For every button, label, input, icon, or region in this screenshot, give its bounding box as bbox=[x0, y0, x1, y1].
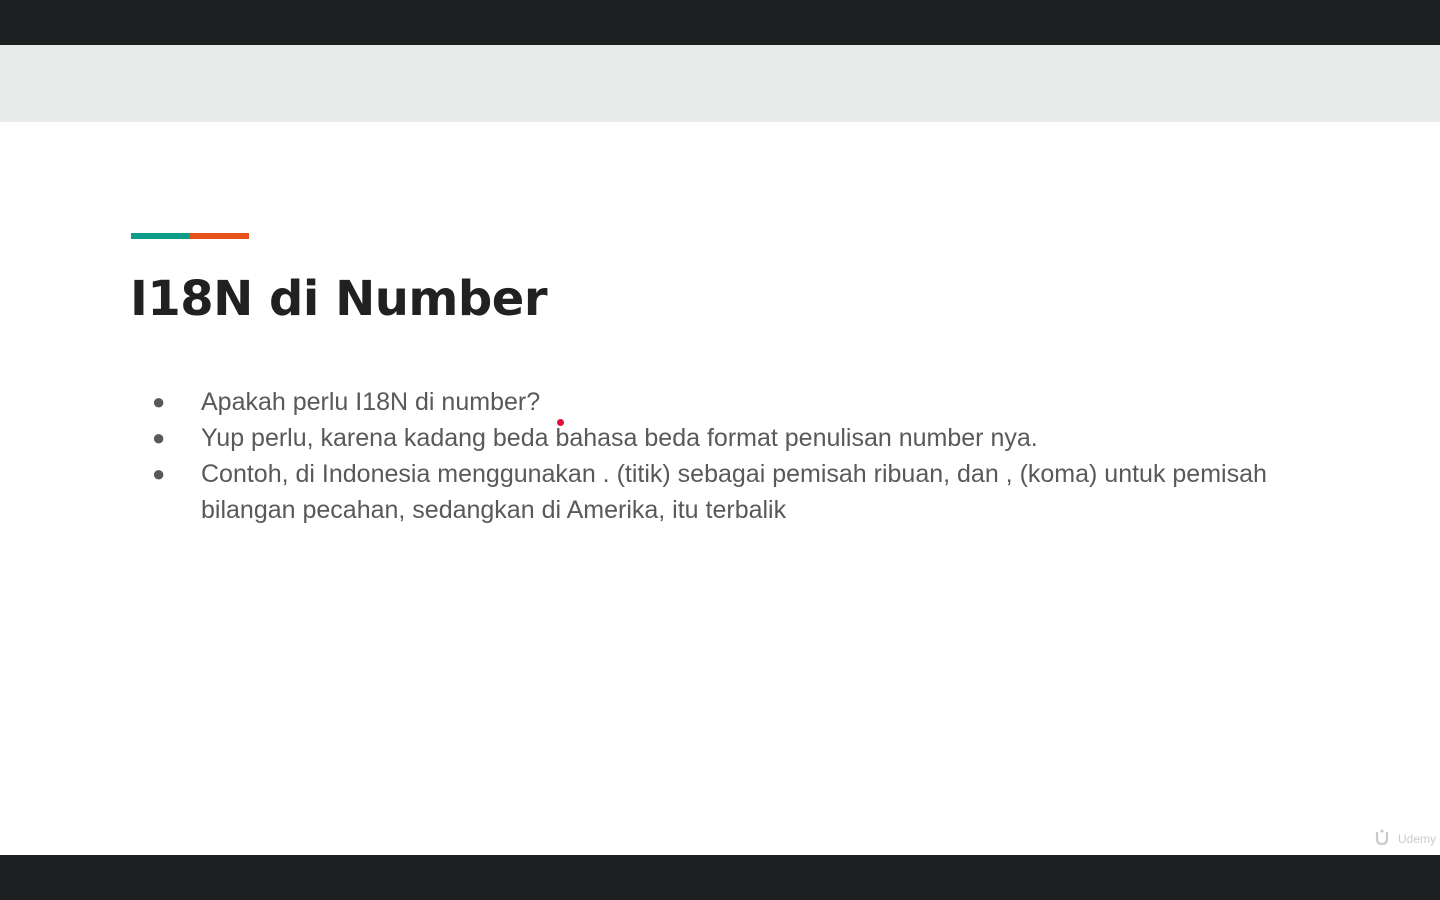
bullet-text: Yup perlu, karena kadang beda bahasa bed… bbox=[201, 424, 1038, 452]
bullet-item: ● Contoh, di Indonesia menggunakan . (ti… bbox=[150, 456, 1290, 528]
slide-title: I18N di Number bbox=[130, 271, 548, 327]
bullet-marker: ● bbox=[152, 389, 166, 414]
bullet-text: Apakah perlu I18N di number? bbox=[201, 388, 541, 416]
udemy-logo-icon bbox=[1375, 828, 1395, 849]
accent-orange-segment bbox=[190, 233, 249, 239]
udemy-watermark: Udemy bbox=[1375, 828, 1436, 849]
bullet-text: Contoh, di Indonesia menggunakan . (titi… bbox=[201, 460, 1267, 524]
video-top-letterbox bbox=[0, 0, 1440, 45]
slide-header-band bbox=[0, 45, 1440, 122]
presentation-slide: I18N di Number ● Apakah perlu I18N di nu… bbox=[0, 45, 1440, 855]
bullet-item: ● Apakah perlu I18N di number? bbox=[150, 384, 1290, 420]
udemy-brand-text: Udemy bbox=[1397, 831, 1436, 846]
video-bottom-letterbox bbox=[0, 855, 1440, 900]
bullet-marker: ● bbox=[152, 425, 166, 450]
laser-pointer-dot bbox=[557, 419, 564, 426]
accent-teal-segment bbox=[131, 233, 190, 239]
title-accent-line bbox=[131, 233, 249, 239]
bullet-marker: ● bbox=[152, 461, 166, 486]
bullet-item: ● Yup perlu, karena kadang beda bahasa b… bbox=[150, 420, 1290, 456]
bullet-list: ● Apakah perlu I18N di number? ● Yup per… bbox=[150, 384, 1290, 528]
